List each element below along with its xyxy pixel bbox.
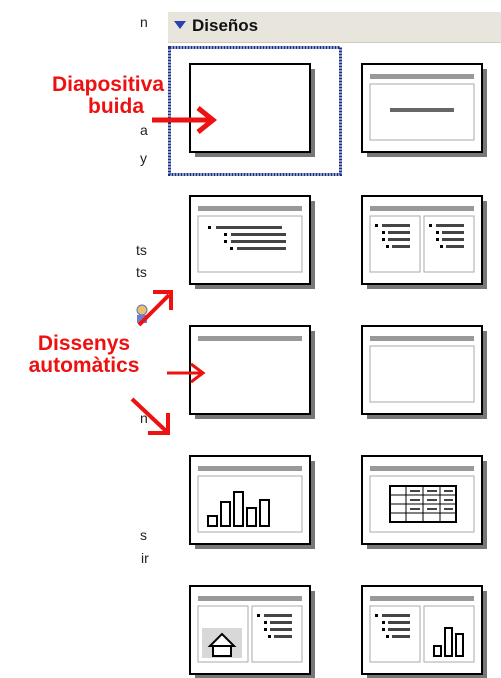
layout-title-text-and-chart[interactable] [350,576,490,678]
text-fragment: ir [141,550,149,566]
panel-title[interactable]: Diseños [174,16,258,36]
annotation-auto-layouts: Dissenys automàtics [4,333,164,377]
layout-title-only-centered[interactable] [350,46,490,176]
layout-title-clipart-and-text[interactable] [168,576,342,678]
panel-title-text: Diseños [192,16,259,35]
arrow-to-blank-layout [150,105,220,135]
text-fragment: ts [136,242,147,258]
layout-title-and-content[interactable] [350,316,490,436]
layout-title-and-chart[interactable] [168,446,342,566]
annotation-blank-line1: Diapositiva [51,73,165,96]
layout-title-and-table[interactable] [350,446,490,566]
layout-title-and-two-columns-text[interactable] [350,186,490,306]
arrow-down-right [128,395,180,440]
layout-title-and-text[interactable] [168,186,342,306]
task-pane-header[interactable]: Diseños [168,12,501,43]
text-fragment: n [140,14,148,30]
text-fragment: s [140,527,147,543]
arrow-up-right [135,285,180,330]
text-fragment: a [140,122,148,138]
collapse-triangle-icon[interactable] [174,21,186,29]
annotation-auto-line1: Dissenys [37,332,131,355]
arrow-right [165,360,210,386]
annotation-auto-line2: automàtics [28,354,140,377]
text-fragment: ts [136,264,147,280]
text-fragment: y [140,150,147,166]
